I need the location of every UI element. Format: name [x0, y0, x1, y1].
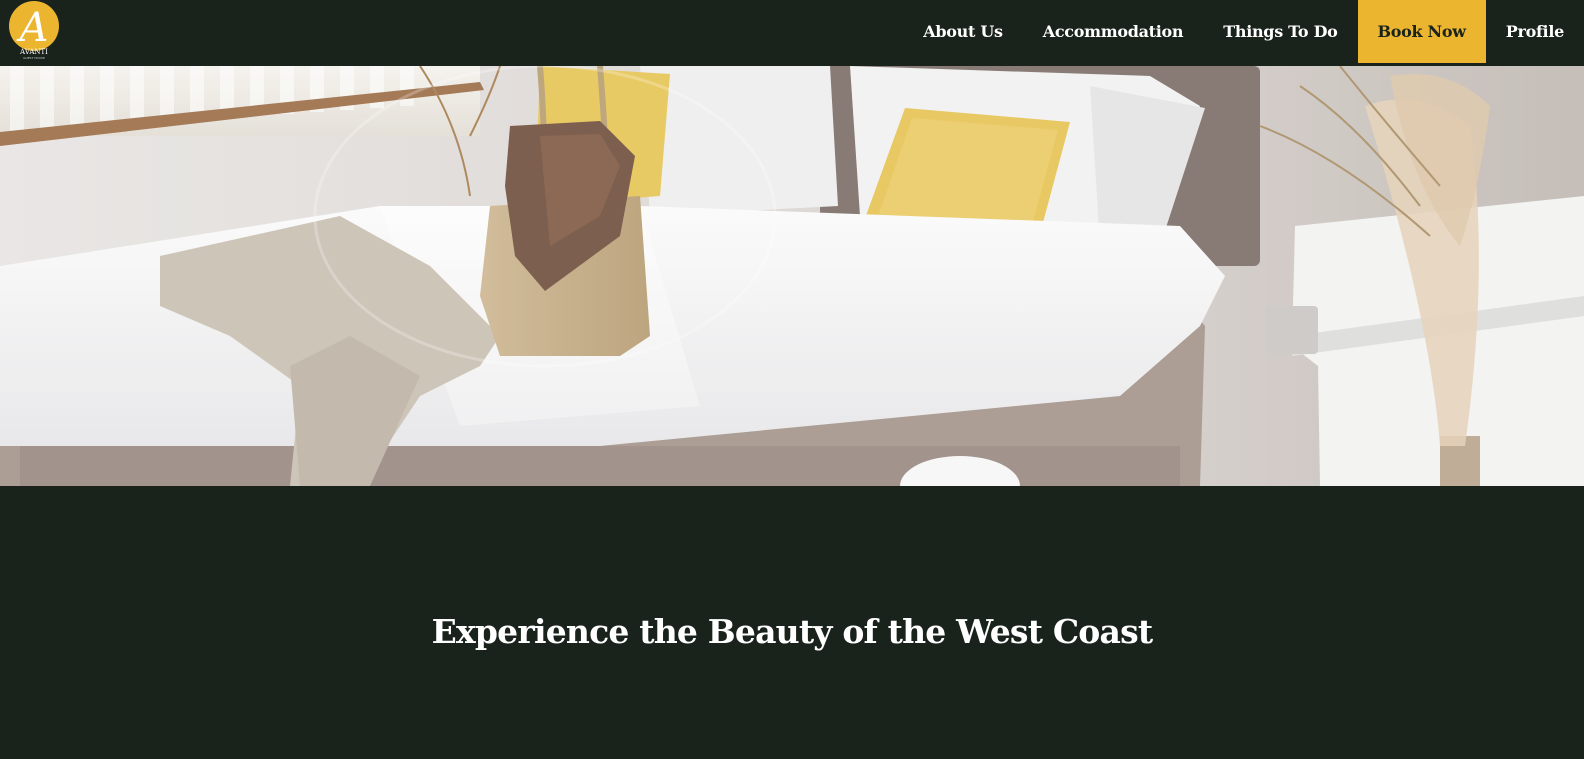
svg-text:GUEST HOUSE: GUEST HOUSE [23, 56, 45, 60]
avanti-logo[interactable]: A AVANTI GUEST HOUSE [8, 0, 60, 60]
nav-profile[interactable]: Profile [1486, 0, 1584, 63]
hero-banner [0, 66, 1584, 486]
svg-text:A: A [16, 5, 49, 51]
nav-accommodation[interactable]: Accommodation [1023, 0, 1204, 63]
hero-bedroom-image [0, 66, 1584, 486]
top-navigation-bar: A AVANTI GUEST HOUSE About Us Accommodat… [0, 0, 1584, 66]
main-nav: About Us Accommodation Things To Do Book… [903, 0, 1584, 63]
page-headline: Experience the Beauty of the West Coast [431, 612, 1153, 651]
svg-text:AVANTI: AVANTI [19, 48, 48, 56]
nav-things-to-do[interactable]: Things To Do [1203, 0, 1357, 63]
nav-about-us[interactable]: About Us [903, 0, 1022, 63]
book-now-button[interactable]: Book Now [1357, 0, 1486, 63]
logo-icon: A AVANTI GUEST HOUSE [9, 1, 59, 60]
